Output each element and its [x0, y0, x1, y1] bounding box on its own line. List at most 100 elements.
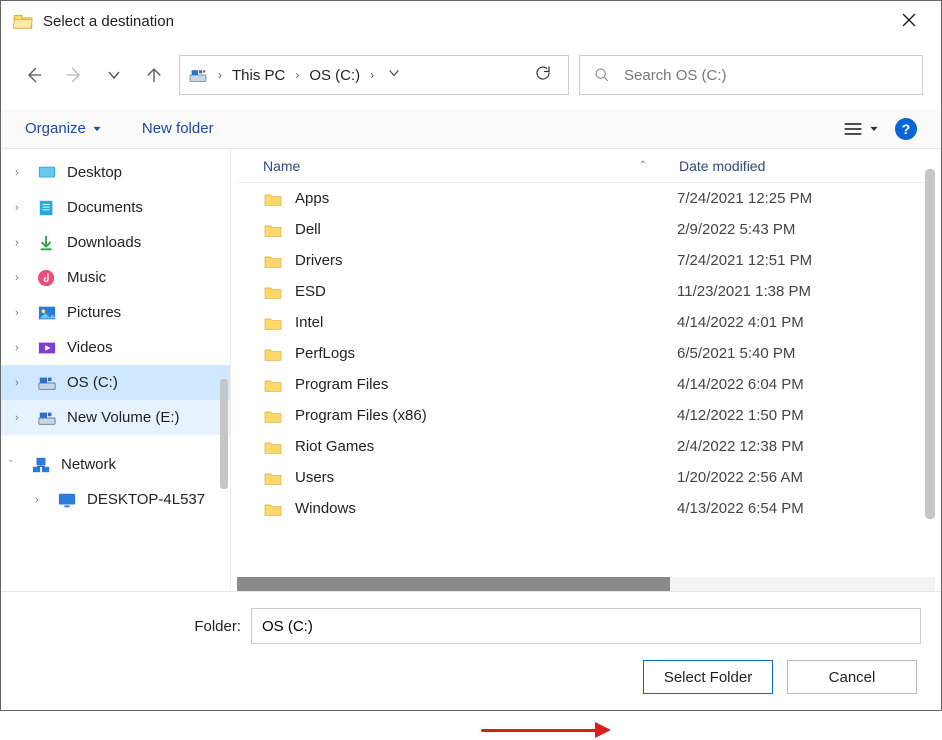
- file-date: 6/5/2021 5:40 PM: [677, 345, 935, 362]
- address-bar[interactable]: › This PC › OS (C:) ›: [179, 55, 569, 95]
- cancel-button[interactable]: Cancel: [787, 660, 917, 694]
- arrow-right-icon: [64, 65, 84, 85]
- list-view-icon: [843, 121, 863, 137]
- table-row[interactable]: Dell 2/9/2022 5:43 PM: [237, 214, 935, 245]
- tree-item[interactable]: ›OS (C:): [1, 365, 230, 400]
- tree-item-label: Network: [61, 456, 116, 473]
- vid-icon: [37, 339, 57, 357]
- chevron-right-icon: ›: [366, 68, 378, 82]
- chevron-down-icon: [388, 67, 400, 79]
- select-folder-button[interactable]: Select Folder: [643, 660, 773, 694]
- doc-icon: [37, 199, 57, 217]
- refresh-icon: [534, 64, 552, 82]
- help-button[interactable]: ?: [895, 118, 917, 140]
- table-row[interactable]: Program Files (x86)4/12/2022 1:50 PM: [237, 400, 935, 431]
- chevron-right-icon: ›: [214, 68, 226, 82]
- chevron-right-icon[interactable]: ›: [35, 494, 47, 506]
- chevron-down-icon: [107, 68, 121, 82]
- folder-icon: [263, 222, 283, 238]
- file-date: 4/14/2022 6:04 PM: [677, 376, 935, 393]
- horizontal-scrollbar[interactable]: [237, 577, 935, 591]
- file-name: Users: [295, 469, 334, 486]
- table-row[interactable]: PerfLogs6/5/2021 5:40 PM: [237, 338, 935, 369]
- table-row[interactable]: Drivers7/24/2021 12:51 PM: [237, 245, 935, 276]
- folder-icon: [263, 253, 283, 269]
- table-row[interactable]: Riot Games2/4/2022 12:38 PM: [237, 431, 935, 462]
- disk-icon: [188, 67, 208, 83]
- tree-item-label: Pictures: [67, 304, 121, 321]
- file-date: 4/14/2022 4:01 PM: [677, 314, 935, 331]
- column-date[interactable]: Date modified: [677, 158, 935, 174]
- search-box[interactable]: Search OS (C:): [579, 55, 923, 95]
- crumb-drive[interactable]: OS (C:): [305, 67, 364, 84]
- tree-item[interactable]: ›DESKTOP-4L537: [1, 482, 230, 517]
- titlebar: Select a destination: [1, 1, 941, 41]
- table-row[interactable]: Intel 4/14/2022 4:01 PM: [237, 307, 935, 338]
- forward-button[interactable]: [59, 60, 89, 90]
- back-button[interactable]: [19, 60, 49, 90]
- crumb-this-pc[interactable]: This PC: [228, 67, 289, 84]
- table-row[interactable]: Users 1/20/2022 2:56 AM: [237, 462, 935, 493]
- address-dropdown[interactable]: [380, 66, 408, 84]
- folder-icon: [263, 284, 283, 300]
- nav-row: › This PC › OS (C:) › Search OS (C:): [1, 41, 941, 109]
- refresh-button[interactable]: [526, 64, 560, 87]
- tree-item[interactable]: › Pictures: [1, 295, 230, 330]
- chevron-right-icon[interactable]: ›: [15, 167, 27, 179]
- table-row[interactable]: ESD11/23/2021 1:38 PM: [237, 276, 935, 307]
- folder-icon: [263, 346, 283, 362]
- chevron-right-icon[interactable]: ›: [15, 237, 27, 249]
- chevron-right-icon[interactable]: ›: [15, 342, 27, 354]
- tree-scrollbar[interactable]: [218, 149, 228, 591]
- file-date: 2/9/2022 5:43 PM: [677, 221, 935, 238]
- tree-item[interactable]: › Documents: [1, 190, 230, 225]
- organize-menu[interactable]: Organize: [25, 120, 102, 137]
- up-button[interactable]: [139, 60, 169, 90]
- file-date: 11/23/2021 1:38 PM: [677, 283, 935, 300]
- scrollbar-thumb[interactable]: [220, 379, 228, 489]
- chevron-right-icon: ›: [291, 68, 303, 82]
- close-icon: [902, 13, 916, 27]
- file-name: Intel: [295, 314, 323, 331]
- pc-icon: [57, 491, 77, 509]
- file-name: Program Files (x86): [295, 407, 427, 424]
- folder-icon: [263, 408, 283, 424]
- folder-open-icon: [13, 13, 33, 29]
- file-date: 1/20/2022 2:56 AM: [677, 469, 935, 486]
- tree-item[interactable]: › Music: [1, 260, 230, 295]
- table-row[interactable]: Windows4/13/2022 6:54 PM: [237, 493, 935, 524]
- recent-locations-button[interactable]: [99, 60, 129, 90]
- file-name: Dell: [295, 221, 321, 238]
- search-icon: [594, 67, 610, 83]
- tree-item[interactable]: ›Desktop: [1, 155, 230, 190]
- navigation-tree: ›Desktop›Documents›Downloads›Music›Pictu…: [1, 149, 231, 591]
- chevron-right-icon[interactable]: ›: [15, 202, 27, 214]
- tree-item[interactable]: ›New Volume (E:): [1, 400, 230, 435]
- music-icon: [37, 269, 57, 287]
- chevron-right-icon[interactable]: ›: [15, 377, 27, 389]
- tree-item[interactable]: ›Downloads: [1, 225, 230, 260]
- scrollbar-thumb[interactable]: [237, 577, 670, 591]
- folder-input[interactable]: [251, 608, 921, 644]
- close-button[interactable]: [889, 11, 929, 32]
- new-folder-button[interactable]: New folder: [142, 120, 214, 137]
- column-name[interactable]: Name ⌃: [237, 158, 677, 174]
- vertical-scrollbar[interactable]: [923, 153, 935, 560]
- tree-item-label: Documents: [67, 199, 143, 216]
- chevron-down-icon[interactable]: ˇ: [9, 459, 21, 471]
- tree-item-label: Music: [67, 269, 106, 286]
- file-date: 7/24/2021 12:25 PM: [677, 190, 935, 207]
- tree-item[interactable]: ›Videos: [1, 330, 230, 365]
- chevron-right-icon[interactable]: ›: [15, 412, 27, 424]
- chevron-right-icon[interactable]: ›: [15, 272, 27, 284]
- scrollbar-thumb[interactable]: [925, 169, 935, 519]
- file-name: Apps: [295, 190, 329, 207]
- chevron-right-icon[interactable]: ›: [15, 307, 27, 319]
- table-row[interactable]: Apps 7/24/2021 12:25 PM: [237, 183, 935, 214]
- table-row[interactable]: Program Files4/14/2022 6:04 PM: [237, 369, 935, 400]
- view-menu[interactable]: [843, 121, 879, 137]
- folder-icon: [263, 501, 283, 517]
- tree-item[interactable]: ˇ Network: [1, 447, 230, 482]
- file-name: Drivers: [295, 252, 343, 269]
- column-headers: Name ⌃ Date modified: [237, 149, 935, 183]
